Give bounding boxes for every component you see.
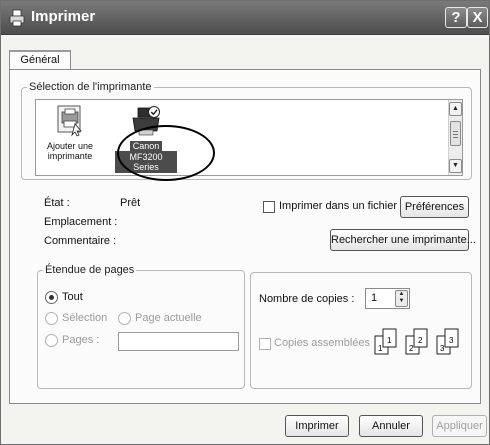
collate-page-number: 3: [449, 336, 454, 345]
copies-value[interactable]: 1: [371, 292, 377, 304]
help-button[interactable]: ?: [445, 7, 467, 28]
radio-all-pages[interactable]: [45, 291, 58, 304]
scroll-grip-line: [453, 131, 458, 132]
add-printer-label-line1: Ajouter une: [46, 141, 94, 151]
status-label: État :: [44, 197, 70, 209]
printer-icon: [132, 106, 160, 136]
radio-selection[interactable]: [45, 312, 58, 325]
title-bar[interactable]: Imprimer ? X: [1, 1, 489, 35]
page-range-legend: Étendue de pages: [45, 264, 135, 276]
cancel-button[interactable]: Annuler: [359, 415, 423, 437]
add-printer-icon: [57, 105, 82, 137]
collate-page-stack: 2 2: [405, 328, 428, 355]
radio-current-page[interactable]: [118, 312, 131, 325]
collate-page-number: 2: [409, 344, 414, 353]
canon-label-line2: MF3200 Series: [115, 151, 177, 173]
printer-icon: [9, 9, 25, 27]
close-button[interactable]: X: [467, 7, 488, 28]
print-dialog: Imprimer ? X Général Sélection de l'impr…: [0, 0, 490, 445]
collate-page-number: 3: [440, 344, 445, 353]
add-printer-label-line2: imprimante: [47, 151, 93, 161]
find-printer-button[interactable]: Rechercher une imprimante...: [330, 229, 476, 251]
print-to-file-label[interactable]: Imprimer dans un fichier: [279, 200, 397, 212]
scroll-grip-line: [453, 134, 458, 135]
all-pages-label[interactable]: Tout: [62, 291, 83, 303]
current-page-label[interactable]: Page actuelle: [135, 312, 202, 324]
location-label: Emplacement :: [44, 216, 118, 228]
comment-label: Commentaire :: [44, 235, 117, 247]
collate-page-stack: 1 1: [374, 328, 397, 355]
page-range-group: Étendue de pages: [37, 264, 245, 389]
collate-page-number: 1: [378, 344, 383, 353]
preferences-button[interactable]: Préférences: [400, 196, 469, 218]
scroll-up-button[interactable]: ▲: [449, 102, 462, 116]
print-to-file-checkbox[interactable]: [263, 201, 275, 213]
collate-page-number: 1: [387, 336, 392, 345]
scroll-thumb[interactable]: [450, 121, 461, 146]
apply-button[interactable]: Appliquer: [432, 415, 487, 437]
radio-selected-dot: [49, 295, 54, 300]
selection-label[interactable]: Sélection: [62, 312, 107, 324]
dialog-title: Imprimer: [31, 8, 96, 25]
pages-label[interactable]: Pages :: [62, 334, 99, 346]
scroll-down-button[interactable]: ▼: [449, 159, 462, 173]
printer-item-add-printer[interactable]: Ajouter une imprimante: [44, 104, 96, 161]
copies-label: Nombre de copies :: [259, 293, 355, 305]
status-value: Prêt: [120, 197, 141, 209]
collate-checkbox[interactable]: [259, 338, 271, 350]
collate-page-number: 2: [418, 336, 423, 345]
copies-spin-buttons[interactable]: ▲ ▼: [395, 290, 408, 307]
scroll-grip-line: [453, 137, 458, 138]
collate-label[interactable]: Copies assemblées: [274, 337, 370, 349]
pages-input[interactable]: [118, 332, 239, 351]
printer-list[interactable]: Ajouter une imprimante Canon MF3200 Seri…: [35, 99, 463, 176]
collate-page-stack: 3 3: [436, 328, 459, 355]
printer-item-canon[interactable]: Canon MF3200 Series: [115, 104, 177, 173]
canon-label-line1: Canon: [115, 141, 177, 151]
copies-stepper[interactable]: 1 ▲ ▼: [365, 288, 410, 309]
collate-icon: 1 1 2 2 3 3: [374, 328, 459, 355]
printer-list-scrollbar[interactable]: ▲ ▼: [448, 100, 462, 175]
radio-pages[interactable]: [45, 334, 58, 347]
printer-selection-legend: Sélection de l'imprimante: [29, 81, 152, 93]
print-button[interactable]: Imprimer: [285, 415, 349, 437]
tab-general[interactable]: Général: [9, 50, 71, 70]
